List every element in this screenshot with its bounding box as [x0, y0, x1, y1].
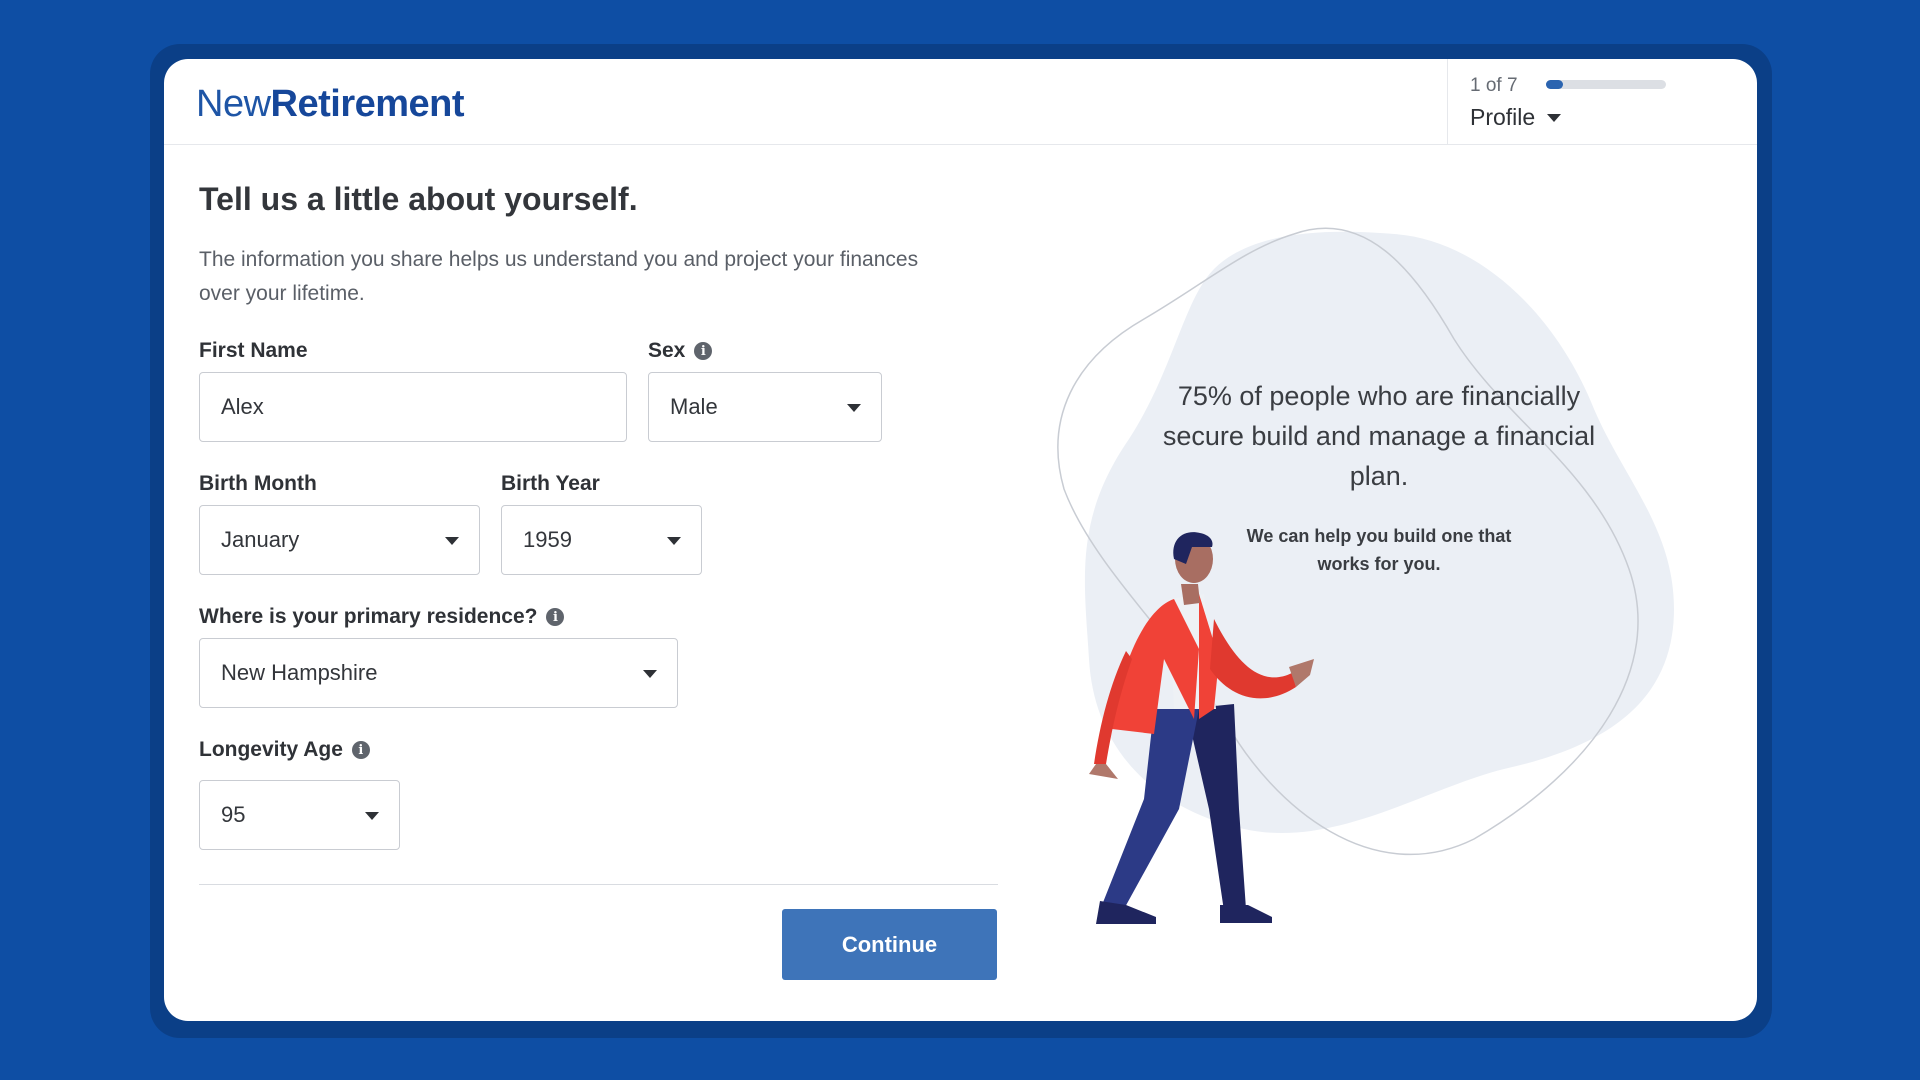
birth-month-value: January	[221, 527, 300, 552]
aside-subtext: We can help you build one that works for…	[1246, 526, 1512, 574]
sex-label: Sex i	[648, 339, 713, 363]
progress-bar	[1546, 80, 1666, 89]
page-subtitle: The information you share helps us under…	[199, 248, 919, 305]
chevron-down-icon	[643, 670, 657, 678]
chevron-down-icon	[445, 537, 459, 545]
info-icon[interactable]: i	[351, 741, 370, 759]
birth-month-select[interactable]: January	[199, 505, 480, 575]
first-name-label: First Name	[199, 339, 308, 363]
longevity-label-text: Longevity Age	[199, 738, 343, 761]
section-dropdown-label: Profile	[1470, 104, 1536, 130]
birth-year-select[interactable]: 1959	[501, 505, 702, 575]
birth-year-value: 1959	[523, 527, 572, 552]
page-title: Tell us a little about yourself.	[199, 181, 638, 217]
birth-year-label: Birth Year	[501, 472, 600, 496]
header: NewRetirement 1 of 7 Profile	[164, 59, 1757, 145]
residence-value: New Hampshire	[221, 660, 378, 685]
progress-panel: 1 of 7 Profile	[1447, 59, 1757, 144]
brand-logo[interactable]: NewRetirement	[196, 83, 465, 125]
residence-label-text: Where is your primary residence?	[199, 605, 538, 628]
residence-label: Where is your primary residence? i	[199, 605, 565, 629]
birth-month-label-text: Birth Month	[199, 472, 317, 495]
progress-bar-fill	[1546, 80, 1563, 89]
sex-label-text: Sex	[648, 339, 686, 362]
continue-button[interactable]: Continue	[782, 909, 997, 980]
aside-quote: 75% of people who are financially secure…	[1162, 381, 1596, 491]
chevron-down-icon	[667, 537, 681, 545]
sex-value: Male	[670, 394, 718, 419]
longevity-select[interactable]: 95	[199, 780, 400, 850]
info-icon[interactable]: i	[546, 608, 565, 626]
chevron-down-icon	[365, 812, 379, 820]
brand-logo-part2: Retirement	[270, 83, 465, 125]
onboarding-card: NewRetirement 1 of 7 Profile Tell us a l…	[164, 59, 1757, 1021]
birth-year-label-text: Birth Year	[501, 472, 600, 495]
form-divider	[199, 884, 998, 885]
birth-month-label: Birth Month	[199, 472, 317, 496]
longevity-value: 95	[221, 802, 246, 827]
step-counter: 1 of 7	[1470, 75, 1518, 96]
residence-select[interactable]: New Hampshire	[199, 638, 678, 708]
first-name-label-text: First Name	[199, 339, 308, 362]
chevron-down-icon	[847, 404, 861, 412]
info-icon[interactable]: i	[694, 342, 713, 360]
section-dropdown[interactable]: Profile	[1470, 104, 1562, 131]
longevity-label: Longevity Age i	[199, 738, 370, 762]
chevron-down-icon	[1547, 113, 1562, 122]
brand-logo-part1: New	[196, 83, 271, 125]
sex-select[interactable]: Male	[648, 372, 882, 442]
first-name-value: Alex	[221, 394, 264, 419]
first-name-input[interactable]: Alex	[199, 372, 627, 442]
